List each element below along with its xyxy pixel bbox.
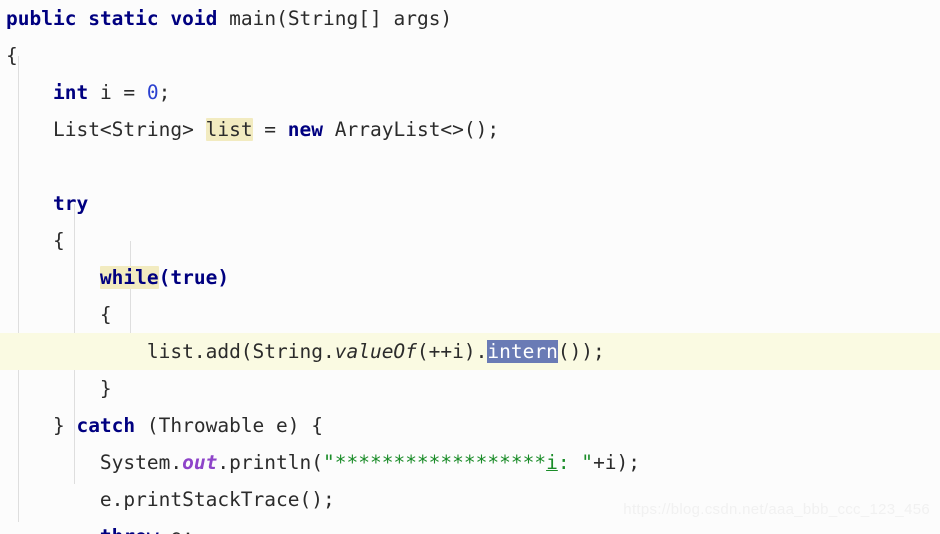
string-literal-asterisks: "****************** <box>323 451 547 474</box>
code-line-5-blank[interactable] <box>0 148 940 185</box>
keyword-try: try <box>52 192 89 215</box>
statement-suffix: ()); <box>557 340 605 363</box>
println-call: .println( <box>217 451 324 474</box>
paren-open: ( <box>158 266 171 289</box>
open-brace: { <box>99 303 112 326</box>
code-line-9[interactable]: { <box>0 296 940 333</box>
keyword-public: public <box>6 7 77 30</box>
close-brace: } <box>99 377 112 400</box>
code-line-12[interactable]: } catch (Throwable e) { <box>0 407 940 444</box>
catch-clause: (Throwable e) { <box>135 414 323 437</box>
highlighted-keyword-while[interactable]: while <box>99 266 159 289</box>
string-literal-tail: : " <box>557 451 594 474</box>
static-field-out: out <box>182 451 218 474</box>
keyword-true: true <box>170 266 218 289</box>
open-brace: { <box>6 44 18 67</box>
code-line-7[interactable]: { <box>0 222 940 259</box>
code-line-6[interactable]: try <box>0 185 940 222</box>
code-editor[interactable]: public static void main(String[] args) {… <box>0 0 940 534</box>
string-literal-i: i <box>546 451 558 474</box>
arguments: (++i). <box>416 340 488 363</box>
number-literal: 0 <box>146 81 159 104</box>
code-line-10-caret[interactable]: list.add(String.valueOf(++i).intern()); <box>0 333 940 370</box>
code-lines[interactable]: public static void main(String[] args) {… <box>0 0 940 534</box>
throw-argument: e; <box>159 525 194 534</box>
code-line-2[interactable]: { <box>0 37 940 74</box>
selected-text-intern[interactable]: intern <box>487 340 558 363</box>
code-line-1[interactable]: public static void main(String[] args) <box>0 0 940 37</box>
code-line-8[interactable]: while(true) <box>0 259 940 296</box>
print-stack-trace-call: e.printStackTrace(); <box>99 488 335 511</box>
method-signature: main(String[] args) <box>217 7 453 30</box>
statement-prefix: list.add(String. <box>146 340 335 363</box>
assignment: i = <box>88 81 147 104</box>
close-brace: } <box>52 414 77 437</box>
keyword-catch: catch <box>76 414 136 437</box>
keyword-void: void <box>170 7 218 30</box>
constructor-call: ArrayList<>(); <box>323 118 500 141</box>
system-prefix: System. <box>99 451 183 474</box>
assignment: = <box>252 118 288 141</box>
keyword-int: int <box>52 81 89 104</box>
keyword-static: static <box>88 7 159 30</box>
code-line-13[interactable]: System.out.println("******************i:… <box>0 444 940 481</box>
code-line-3[interactable]: int i = 0; <box>0 74 940 111</box>
keyword-throw: throw <box>100 525 159 534</box>
paren-close: ) <box>217 266 230 289</box>
keyword-new: new <box>287 118 324 141</box>
code-line-11[interactable]: } <box>0 370 940 407</box>
open-brace: { <box>52 229 65 252</box>
watermark-url: https://blog.csdn.net/aaa_bbb_ccc_123_45… <box>623 501 930 518</box>
concat-expression: +i); <box>593 451 641 474</box>
highlighted-identifier-list[interactable]: list <box>205 118 253 141</box>
type-declaration: List<String> <box>52 118 206 141</box>
static-method-valueof: valueOf <box>334 340 417 363</box>
code-line-4[interactable]: List<String> list = new ArrayList<>(); <box>0 111 940 148</box>
semicolon: ; <box>158 81 171 104</box>
